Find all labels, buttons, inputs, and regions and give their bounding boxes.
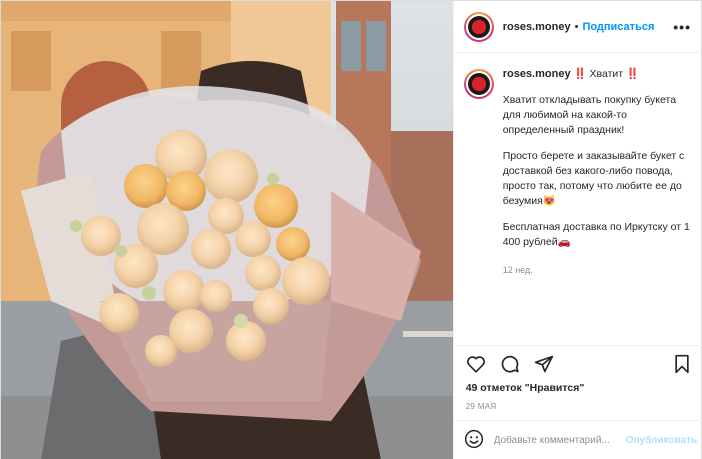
post-sidebar: roses.money • Подписаться ••• roses.mone… bbox=[452, 1, 702, 459]
caption-headline: ‼️ Хватит ‼️ bbox=[573, 68, 640, 80]
post-photo[interactable] bbox=[1, 1, 453, 459]
avatar[interactable] bbox=[463, 11, 494, 42]
bookmark-icon[interactable] bbox=[673, 354, 691, 374]
post-date[interactable]: 29 МАЯ bbox=[466, 402, 691, 411]
publish-button[interactable]: Опубликовать bbox=[626, 435, 697, 446]
comment-icon[interactable] bbox=[500, 354, 520, 374]
follow-button[interactable]: Подписаться bbox=[582, 21, 654, 33]
caption-time[interactable]: 12 нед. bbox=[503, 263, 696, 278]
share-icon[interactable] bbox=[534, 354, 554, 374]
heart-icon[interactable] bbox=[466, 355, 486, 373]
caption-paragraph-2: Просто берете и заказывайте букет с дост… bbox=[502, 150, 685, 207]
username-link[interactable]: roses.money bbox=[503, 21, 571, 33]
post-actions: 49 отметок "Нравится" 29 МАЯ bbox=[453, 345, 702, 411]
instagram-post: roses.money • Подписаться ••• roses.mone… bbox=[0, 0, 702, 459]
post-caption: roses.money ‼️ Хватит ‼️ Хватит откладыв… bbox=[463, 67, 696, 278]
comment-input[interactable] bbox=[493, 435, 624, 446]
emoji-icon[interactable] bbox=[464, 429, 484, 452]
comment-bar: Опубликовать bbox=[453, 420, 702, 459]
likes-count[interactable]: 49 отметок "Нравится" bbox=[466, 382, 691, 394]
caption-paragraph-1: Хватит откладывать покупку букета для лю… bbox=[502, 94, 677, 136]
bouquet-photo bbox=[1, 1, 453, 459]
caption-avatar[interactable] bbox=[463, 69, 494, 99]
post-header: roses.money • Подписаться ••• bbox=[453, 1, 701, 53]
caption-paragraph-3: Бесплатная доставка по Иркутску от 1 400… bbox=[502, 221, 690, 248]
separator-dot: • bbox=[574, 20, 579, 33]
more-icon[interactable]: ••• bbox=[673, 19, 691, 35]
caption-username-link[interactable]: roses.money bbox=[503, 68, 571, 80]
